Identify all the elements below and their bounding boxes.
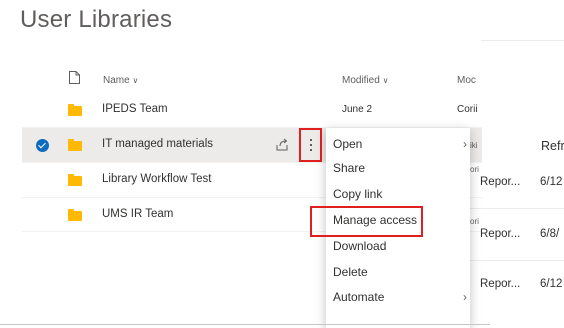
menu-item-copy-link[interactable]: Copy link (333, 187, 382, 201)
bottom-divider (0, 324, 490, 325)
header-divider (481, 40, 564, 41)
chevron-right-icon: › (463, 137, 467, 151)
menu-item-download[interactable]: Download (333, 239, 386, 253)
menu-item-open[interactable]: Open › (333, 137, 467, 151)
share-icon[interactable] (276, 138, 289, 156)
more-options-button[interactable] (299, 128, 322, 162)
background-cell-type: Repor... (480, 176, 521, 188)
background-cell-type: Repor... (480, 278, 521, 290)
folder-icon (68, 174, 82, 186)
background-cell-date: 6/12 (540, 176, 563, 188)
background-cell-date: 6/8/ (540, 228, 560, 240)
more-dot (309, 144, 312, 146)
background-divider (470, 260, 564, 261)
column-header-name[interactable]: Name ∨ (103, 75, 138, 86)
column-header-modified[interactable]: Modified ∨ (342, 75, 388, 86)
item-name[interactable]: IT managed materials (102, 138, 213, 150)
file-type-header-icon[interactable] (69, 71, 80, 89)
manage-access-highlight (310, 206, 423, 237)
background-column-header: Refr (541, 139, 564, 153)
menu-item-delete[interactable]: Delete (333, 265, 368, 279)
chevron-right-icon: › (463, 290, 467, 304)
background-cell-prefix: ori (470, 217, 479, 226)
background-cell-date: 6/12 (540, 278, 563, 290)
background-divider (470, 208, 564, 209)
menu-item-share[interactable]: Share (333, 161, 365, 175)
sort-chevron-icon: ∨ (382, 76, 389, 85)
more-dot (309, 149, 312, 151)
item-name[interactable]: Library Workflow Test (102, 173, 212, 185)
sort-chevron-icon: ∨ (132, 76, 139, 85)
item-name[interactable]: IPEDS Team (102, 103, 168, 115)
checkmark-circle-icon[interactable] (36, 139, 49, 152)
menu-item-automate[interactable]: Automate › (333, 290, 467, 304)
background-cell-prefix: iki (470, 141, 478, 150)
folder-icon (68, 209, 82, 221)
item-modified-by: Corii (457, 104, 478, 115)
background-cell-prefix: ori (470, 165, 479, 174)
folder-icon (68, 139, 82, 151)
item-name[interactable]: UMS IR Team (102, 208, 173, 220)
table-row[interactable]: IPEDS Team June 2 Corii (22, 93, 482, 127)
item-modified: June 2 (342, 104, 373, 115)
column-header-modified-by[interactable]: Moc (457, 75, 476, 86)
more-vertical-icon (309, 139, 312, 141)
page-title: User Libraries (20, 6, 173, 33)
background-cell-type: Repor... (480, 228, 521, 240)
folder-icon (68, 104, 82, 116)
